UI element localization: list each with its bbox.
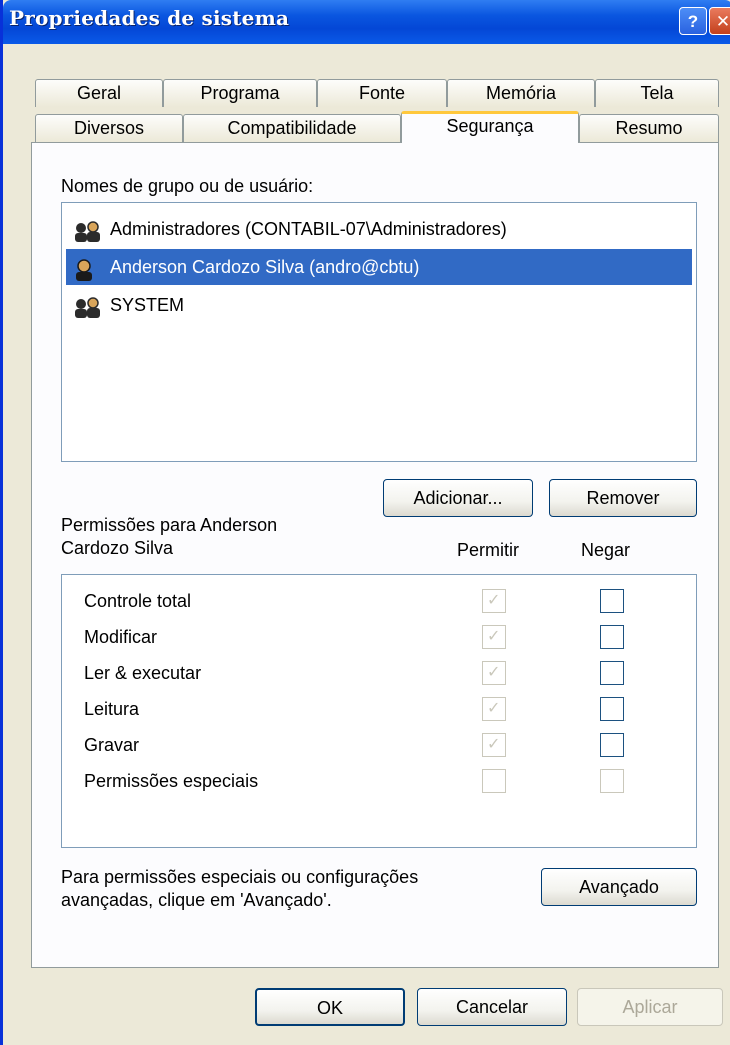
allow-checkbox: ✓: [482, 661, 506, 685]
allow-checkbox: ✓: [482, 733, 506, 757]
help-icon: ?: [687, 12, 699, 31]
permission-row-modificar: Modificar ✓: [62, 623, 696, 659]
dialog-window: Propriedades de sistema ? ✕ Geral Progra…: [0, 0, 730, 1045]
tab-fonte[interactable]: Fonte: [317, 79, 447, 107]
permissions-list: Controle total ✓ Modificar ✓ Ler & execu…: [61, 574, 697, 848]
group-users-icon: [72, 295, 104, 331]
allow-checkbox: ✓: [482, 697, 506, 721]
allow-checkbox: ✓: [482, 589, 506, 613]
permissions-label-line1: Permissões para Anderson: [61, 515, 278, 535]
checkmark-icon: ✓: [487, 736, 501, 753]
deny-column-header: Negar: [581, 540, 631, 560]
permission-row-controle-total: Controle total ✓: [62, 587, 696, 623]
permission-row-leitura: Leitura ✓: [62, 695, 696, 731]
tab-compatibilidade[interactable]: Compatibilidade: [183, 114, 401, 142]
checkmark-icon: ✓: [487, 664, 501, 681]
permission-row-permissoes-especiais: Permissões especiais: [62, 767, 696, 803]
advanced-note-line2: avançadas, clique em 'Avançado'.: [61, 890, 332, 910]
help-button[interactable]: ?: [679, 7, 707, 35]
cancel-button[interactable]: Cancelar: [417, 988, 567, 1026]
list-item-administradores[interactable]: Administradores (CONTABIL-07\Administrad…: [66, 211, 692, 247]
checkmark-icon: ✓: [487, 700, 501, 717]
remove-button[interactable]: Remover: [549, 479, 697, 517]
allow-checkbox: ✓: [482, 625, 506, 649]
list-item-label: Administradores (CONTABIL-07\Administrad…: [110, 219, 507, 239]
list-item-label: SYSTEM: [110, 295, 185, 315]
tab-diversos[interactable]: Diversos: [35, 114, 183, 142]
window-title: Propriedades de sistema: [9, 6, 290, 30]
close-icon: ✕: [715, 12, 730, 31]
groups-label: Nomes de grupo ou de usuário:: [61, 176, 314, 196]
deny-checkbox[interactable]: [600, 589, 624, 613]
checkmark-icon: ✓: [487, 592, 501, 609]
apply-button: Aplicar: [577, 988, 723, 1026]
permission-label: Gravar: [84, 735, 140, 755]
allow-column-header: Permitir: [457, 540, 519, 560]
tab-seguranca[interactable]: Segurança: [401, 111, 579, 143]
permission-row-gravar: Gravar ✓: [62, 731, 696, 767]
deny-checkbox[interactable]: [600, 697, 624, 721]
list-item-label: Anderson Cardozo Silva (andro@cbtu): [110, 257, 420, 277]
ok-button[interactable]: OK: [255, 988, 405, 1026]
permission-label: Modificar: [84, 627, 158, 647]
add-button[interactable]: Adicionar...: [383, 479, 533, 517]
deny-checkbox[interactable]: [600, 625, 624, 649]
permissions-label-line2: Cardozo Silva: [61, 538, 174, 558]
permission-label: Permissões especiais: [84, 771, 259, 791]
permission-label: Controle total: [84, 591, 192, 611]
list-item-anderson[interactable]: Anderson Cardozo Silva (andro@cbtu): [66, 249, 692, 285]
allow-checkbox: [482, 769, 506, 793]
title-bar[interactable]: Propriedades de sistema ? ✕: [3, 0, 730, 44]
close-button[interactable]: ✕: [709, 7, 730, 35]
advanced-button[interactable]: Avançado: [541, 868, 697, 906]
checkmark-icon: ✓: [487, 628, 501, 645]
deny-checkbox[interactable]: [600, 733, 624, 757]
permission-label: Leitura: [84, 699, 140, 719]
tab-tela[interactable]: Tela: [595, 79, 719, 107]
permission-row-ler-executar: Ler & executar ✓: [62, 659, 696, 695]
advanced-note-line1: Para permissões especiais ou configuraçõ…: [61, 867, 419, 887]
permission-label: Ler & executar: [84, 663, 202, 683]
deny-checkbox[interactable]: [600, 661, 624, 685]
tab-programa[interactable]: Programa: [163, 79, 317, 107]
tab-geral[interactable]: Geral: [35, 79, 163, 107]
groups-listbox[interactable]: Administradores (CONTABIL-07\Administrad…: [61, 202, 697, 462]
deny-checkbox: [600, 769, 624, 793]
tab-memoria[interactable]: Memória: [447, 79, 595, 107]
list-item-system[interactable]: SYSTEM: [66, 287, 692, 323]
tab-resumo[interactable]: Resumo: [579, 114, 719, 142]
